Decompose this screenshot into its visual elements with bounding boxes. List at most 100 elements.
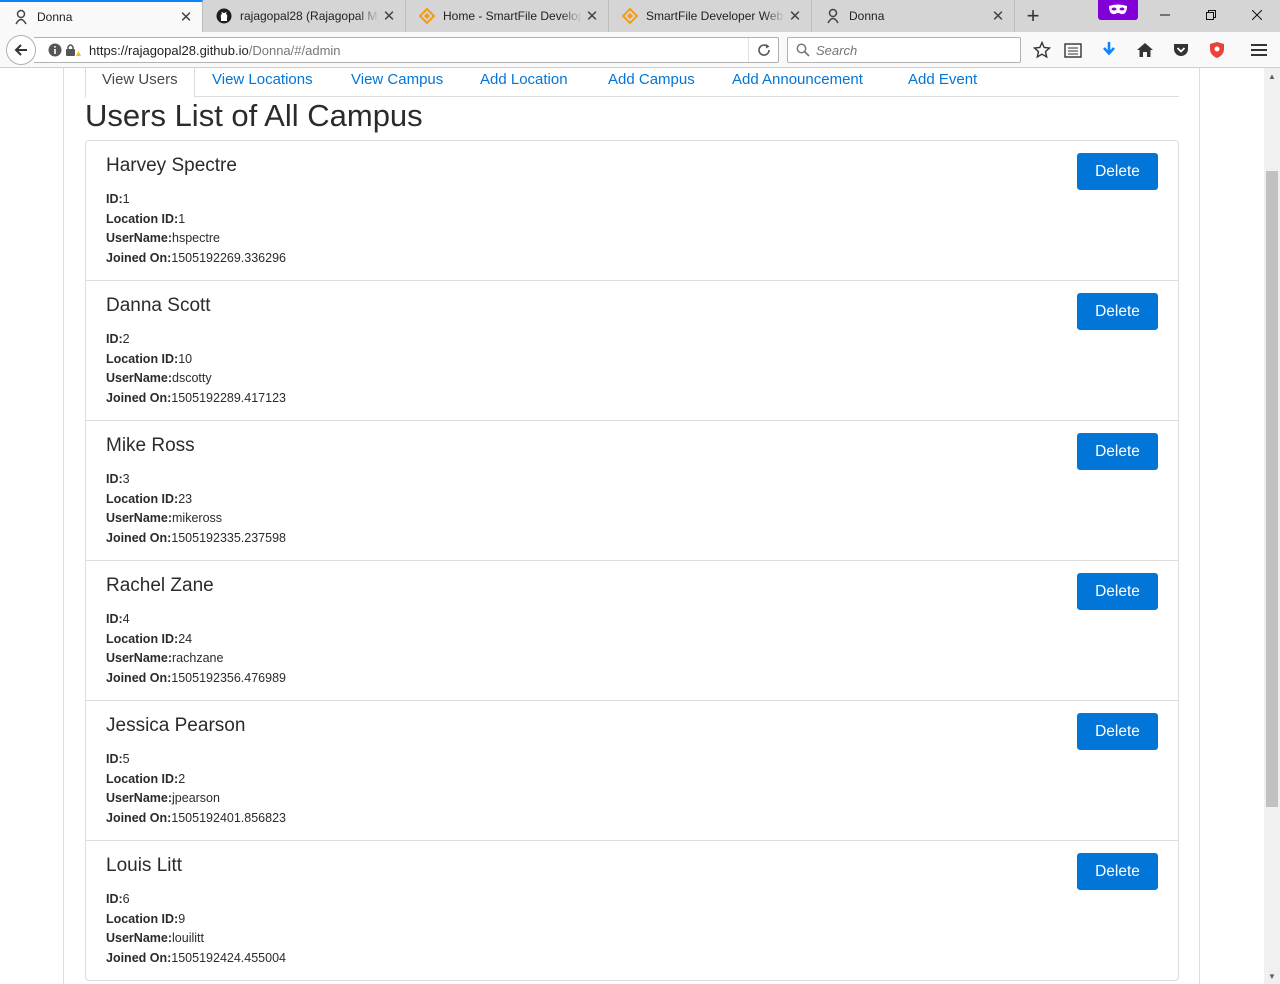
user-location-id: 9 — [178, 911, 186, 926]
user-username: mikeross — [172, 511, 223, 525]
tab-view-users[interactable]: View Users — [85, 68, 195, 98]
tab-view-locations[interactable]: View Locations — [196, 68, 329, 97]
delete-user-button[interactable]: Delete — [1077, 293, 1158, 330]
user-joined-on: 1505192335.237598 — [171, 530, 286, 545]
browser-tab[interactable]: Home - SmartFile Developer ✕ — [406, 0, 609, 32]
user-details: ID:2 Location ID:10 UserName:dscotty Joi… — [106, 330, 1158, 408]
user-location-id: 1 — [178, 211, 186, 226]
tab-add-event[interactable]: Add Event — [892, 68, 993, 97]
user-username: jpearson — [172, 791, 220, 805]
location-id-label: Location ID: — [106, 491, 179, 506]
url-bar[interactable]: https://rajagopal28.github.io/Donna/#/ad… — [34, 37, 779, 63]
page-container: View Users View Locations View Campus Ad… — [63, 68, 1200, 984]
browser-tab[interactable]: Donna ✕ — [812, 0, 1015, 32]
search-bar[interactable] — [787, 37, 1021, 63]
delete-user-button[interactable]: Delete — [1077, 853, 1158, 890]
info-icon[interactable] — [48, 43, 62, 57]
username-label: UserName: — [106, 231, 173, 245]
reader-list-icon[interactable] — [1060, 37, 1086, 63]
site-identity[interactable] — [48, 43, 81, 57]
id-label: ID: — [106, 612, 123, 626]
back-button[interactable] — [6, 35, 36, 65]
location-id-label: Location ID: — [106, 911, 179, 926]
page-scrollbar[interactable]: ▲ ▼ — [1264, 68, 1280, 984]
tab-add-announcement[interactable]: Add Announcement — [716, 68, 879, 97]
user-id: 2 — [122, 332, 130, 346]
bookmark-star-icon[interactable] — [1029, 37, 1055, 63]
browser-tab[interactable]: rajagopal28 (Rajagopal M) ✕ — [203, 0, 406, 32]
reload-icon[interactable] — [748, 38, 778, 62]
user-list-item: Harvey Spectre ID:1 Location ID:1 UserNa… — [86, 141, 1178, 281]
smartfile-icon — [419, 8, 435, 24]
tab-view-campus[interactable]: View Campus — [335, 68, 459, 97]
user-list-item: Danna Scott ID:2 Location ID:10 UserName… — [86, 281, 1178, 421]
user-id: 1 — [122, 192, 130, 206]
url-text[interactable]: https://rajagopal28.github.io/Donna/#/ad… — [89, 43, 748, 58]
joined-on-label: Joined On: — [106, 390, 172, 405]
joined-on-label: Joined On: — [106, 250, 172, 265]
pocket-icon[interactable] — [1168, 37, 1194, 63]
user-joined-on: 1505192356.476989 — [171, 670, 286, 685]
username-label: UserName: — [106, 511, 173, 525]
github-icon — [216, 8, 232, 24]
joined-on-label: Joined On: — [106, 530, 172, 545]
user-name: Harvey Spectre — [106, 155, 237, 176]
shield-addon-icon[interactable] — [1204, 37, 1230, 63]
user-id: 3 — [122, 472, 130, 486]
location-id-label: Location ID: — [106, 631, 179, 646]
close-window-icon[interactable] — [1234, 0, 1280, 30]
delete-user-button[interactable]: Delete — [1077, 153, 1158, 190]
user-location-id: 2 — [178, 771, 186, 786]
user-name: Jessica Pearson — [106, 715, 246, 736]
new-tab-button[interactable]: + — [1015, 0, 1051, 32]
tab-title: Donna — [849, 9, 885, 23]
delete-user-button[interactable]: Delete — [1077, 433, 1158, 470]
tab-add-location[interactable]: Add Location — [464, 68, 584, 97]
restore-window-icon[interactable] — [1188, 0, 1234, 30]
browser-tab[interactable]: Donna ✕ — [0, 0, 203, 32]
user-details: ID:3 Location ID:23 UserName:mikeross Jo… — [106, 470, 1158, 548]
id-label: ID: — [106, 332, 123, 346]
smartfile-icon — [622, 8, 638, 24]
user-username: louilitt — [172, 931, 204, 945]
tab-title: SmartFile Developer Web API — [646, 9, 785, 23]
id-label: ID: — [106, 472, 123, 486]
user-username: hspectre — [172, 231, 220, 245]
user-id: 4 — [122, 612, 130, 626]
search-input[interactable] — [816, 42, 1006, 58]
donna-favicon-icon — [825, 8, 841, 24]
close-tab-icon[interactable]: ✕ — [379, 6, 399, 26]
user-name: Danna Scott — [106, 295, 211, 316]
id-label: ID: — [106, 192, 123, 206]
search-icon — [796, 43, 810, 57]
user-details: ID:6 Location ID:9 UserName:louilitt Joi… — [106, 890, 1158, 968]
download-icon[interactable] — [1096, 37, 1122, 63]
user-joined-on: 1505192289.417123 — [171, 390, 286, 405]
browser-tab[interactable]: SmartFile Developer Web API ✕ — [609, 0, 812, 32]
close-tab-icon[interactable]: ✕ — [176, 7, 196, 27]
scroll-down-arrow-icon[interactable]: ▼ — [1264, 968, 1280, 984]
close-tab-icon[interactable]: ✕ — [988, 6, 1008, 26]
user-details: ID:1 Location ID:1 UserName:hspectre Joi… — [106, 190, 1158, 268]
user-joined-on: 1505192424.455004 — [171, 950, 286, 965]
user-list-item: Rachel Zane ID:4 Location ID:24 UserName… — [86, 561, 1178, 701]
close-tab-icon[interactable]: ✕ — [785, 6, 805, 26]
minimize-window-icon[interactable] — [1142, 0, 1188, 30]
tab-add-campus[interactable]: Add Campus — [592, 68, 711, 97]
users-list: Harvey Spectre ID:1 Location ID:1 UserNa… — [85, 140, 1179, 981]
id-label: ID: — [106, 892, 123, 906]
joined-on-label: Joined On: — [106, 950, 172, 965]
delete-user-button[interactable]: Delete — [1077, 713, 1158, 750]
tab-title: Home - SmartFile Developer — [443, 9, 582, 23]
close-tab-icon[interactable]: ✕ — [582, 6, 602, 26]
page-title: Users List of All Campus — [85, 98, 423, 133]
user-details: ID:4 Location ID:24 UserName:rachzane Jo… — [106, 610, 1158, 688]
delete-user-button[interactable]: Delete — [1077, 573, 1158, 610]
joined-on-label: Joined On: — [106, 810, 172, 825]
hamburger-menu-icon[interactable] — [1246, 37, 1272, 63]
scroll-up-arrow-icon[interactable]: ▲ — [1264, 68, 1280, 84]
user-name: Rachel Zane — [106, 575, 214, 596]
user-username: dscotty — [172, 371, 212, 385]
home-icon[interactable] — [1132, 37, 1158, 63]
scrollbar-thumb[interactable] — [1266, 171, 1278, 807]
